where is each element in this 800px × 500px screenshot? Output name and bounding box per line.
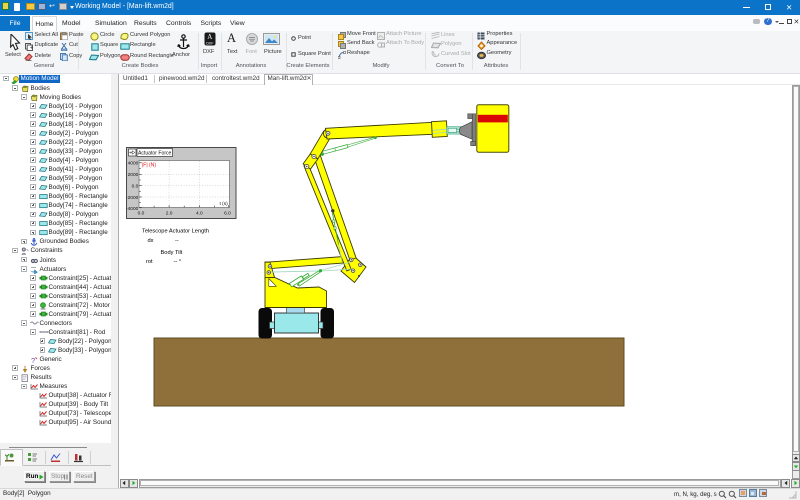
svg-text:A: A	[207, 33, 212, 41]
svg-text:6.0: 6.0	[224, 210, 231, 216]
svg-text:2000: 2000	[127, 172, 138, 178]
svg-text:-- °: -- °	[173, 258, 181, 264]
svg-text:?: ?	[31, 356, 35, 364]
svg-text:rot: rot	[146, 258, 153, 264]
svg-text:Body Tilt: Body Tilt	[160, 249, 182, 255]
svg-text:+: +	[30, 45, 33, 51]
svg-text:|F| (N): |F| (N)	[142, 162, 156, 168]
svg-text:2.0: 2.0	[165, 210, 172, 216]
svg-text:0.0: 0.0	[137, 210, 144, 216]
svg-text:0.0: 0.0	[131, 183, 138, 189]
svg-text:dx: dx	[147, 237, 153, 243]
svg-text:-2000: -2000	[126, 194, 139, 200]
svg-text:Telescope Actuator Length: Telescope Actuator Length	[142, 228, 209, 234]
svg-text:4.0: 4.0	[195, 210, 202, 216]
svg-text:--: --	[175, 237, 179, 243]
svg-text:Actuator Force: Actuator Force	[137, 150, 171, 156]
svg-text:4000: 4000	[127, 160, 138, 166]
svg-text:DXF: DXF	[206, 41, 214, 45]
svg-text:t (s): t (s)	[219, 201, 228, 207]
